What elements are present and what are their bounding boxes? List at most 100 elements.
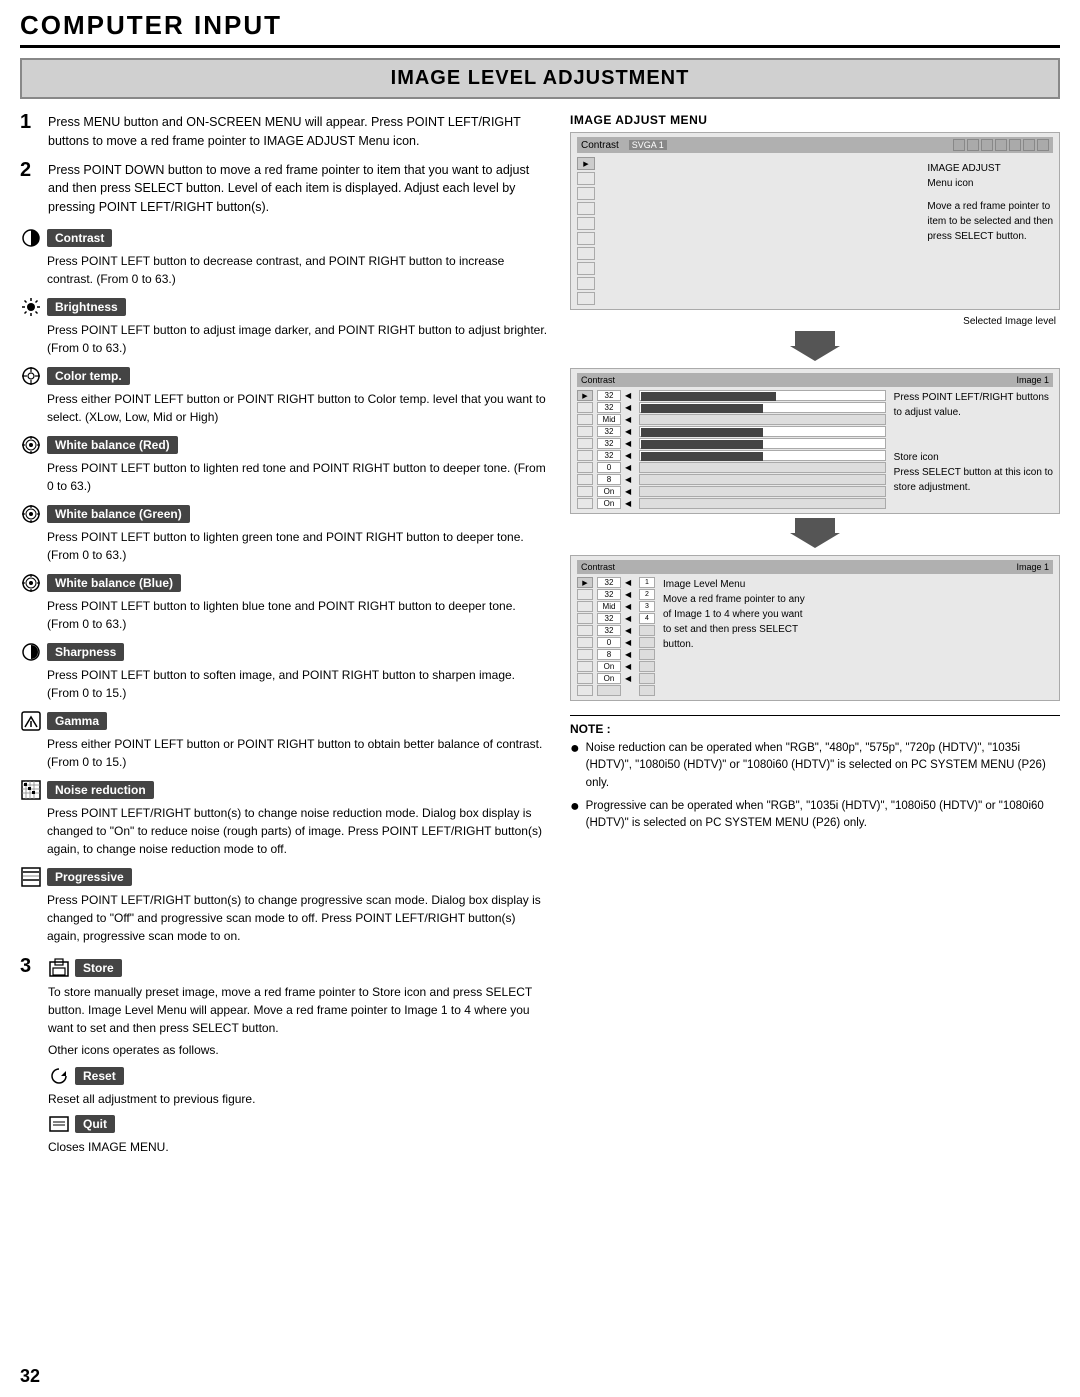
- note-text-1: Noise reduction can be operated when "RG…: [586, 740, 1060, 792]
- feature-progressive: Progressive Press POINT LEFT/RIGHT butto…: [20, 866, 550, 945]
- diag3-left: Contrast: [581, 562, 615, 572]
- diagram-2: Contrast Image 1 ▶: [570, 368, 1060, 514]
- page-container: COMPUTER INPUT IMAGE LEVEL ADJUSTMENT 1 …: [0, 0, 1080, 1397]
- quit-desc: Closes IMAGE MENU.: [48, 1138, 550, 1156]
- note-bullet-2: ●: [570, 798, 580, 833]
- wbred-label: White balance (Red): [47, 436, 178, 454]
- diag1-annot3: Move a red frame pointer to: [927, 199, 1053, 214]
- diag1-annot4: item to be selected and then: [927, 214, 1053, 229]
- contrast-desc: Press POINT LEFT button to decrease cont…: [47, 252, 550, 288]
- diag2-annot-adjust2: to adjust value.: [894, 405, 1053, 420]
- contrast-label: Contrast: [47, 229, 112, 247]
- brightness-label: Brightness: [47, 298, 126, 316]
- store-label: Store: [75, 959, 122, 977]
- arrow-down-1: [790, 331, 840, 361]
- feature-gamma: Gamma Press either POINT LEFT button or …: [20, 710, 550, 771]
- step-2-number: 2: [20, 159, 40, 217]
- note-title: NOTE :: [570, 722, 1060, 736]
- diag3-annot5: button.: [663, 637, 805, 652]
- colortemp-header: Color temp.: [20, 365, 550, 387]
- diag2-store-label: Store icon: [894, 450, 1053, 465]
- diag1-label-left: Contrast: [581, 140, 619, 151]
- diag3-annot3: of Image 1 to 4 where you want: [663, 607, 805, 622]
- brightness-header: Brightness: [20, 296, 550, 318]
- wbblue-label: White balance (Blue): [47, 574, 181, 592]
- chapter-header: COMPUTER INPUT: [20, 10, 1060, 48]
- step-1-text: Press MENU button and ON-SCREEN MENU wil…: [48, 113, 550, 151]
- feature-brightness: Brightness Press POINT LEFT button to ad…: [20, 296, 550, 357]
- colortemp-desc: Press either POINT LEFT button or POINT …: [47, 390, 550, 426]
- diag2-left: Contrast: [581, 375, 615, 385]
- diag1-annot5: press SELECT button.: [927, 229, 1053, 244]
- section-box: IMAGE LEVEL ADJUSTMENT: [20, 58, 1060, 99]
- sharpness-label: Sharpness: [47, 643, 124, 661]
- step-3: 3 Store To store: [20, 957, 550, 1156]
- step-1: 1 Press MENU button and ON-SCREEN MENU w…: [20, 113, 550, 151]
- diag3-annot1: Image Level Menu: [663, 577, 805, 592]
- reset-header: Reset: [48, 1065, 550, 1087]
- sharpness-header: Sharpness: [20, 641, 550, 663]
- brightness-desc: Press POINT LEFT button to adjust image …: [47, 321, 550, 357]
- noise-desc: Press POINT LEFT/RIGHT button(s) to chan…: [47, 804, 550, 858]
- contrast-icon: [20, 227, 42, 249]
- quit-label: Quit: [75, 1115, 115, 1133]
- diag3-annotations: Image Level Menu Move a red frame pointe…: [663, 577, 805, 696]
- gamma-desc: Press either POINT LEFT button or POINT …: [47, 735, 550, 771]
- colortemp-label: Color temp.: [47, 367, 130, 385]
- diag1-svga: SVGA 1: [629, 140, 667, 150]
- feature-colortemp: Color temp. Press either POINT LEFT butt…: [20, 365, 550, 426]
- gamma-icon: [20, 710, 42, 732]
- note-item-2: ● Progressive can be operated when "RGB"…: [570, 798, 1060, 833]
- section-title: IMAGE LEVEL ADJUSTMENT: [391, 67, 690, 89]
- colortemp-icon: [20, 365, 42, 387]
- wbred-desc: Press POINT LEFT button to lighten red t…: [47, 459, 550, 495]
- feature-noise: Noise reduction Press POINT LEFT/RIGHT b…: [20, 779, 550, 858]
- wbred-icon: [20, 434, 42, 456]
- other-icons-text: Other icons operates as follows.: [48, 1041, 550, 1059]
- progressive-label: Progressive: [47, 868, 132, 886]
- reset-label: Reset: [75, 1067, 124, 1085]
- step-1-number: 1: [20, 111, 40, 151]
- step-3-content: Store To store manually preset image, mo…: [48, 957, 550, 1156]
- store-icon: [48, 957, 70, 979]
- page-number: 32: [20, 1366, 40, 1387]
- progressive-icon: [20, 866, 42, 888]
- feature-contrast: Contrast Press POINT LEFT button to decr…: [20, 227, 550, 288]
- diag3-annot4: to set and then press SELECT: [663, 622, 805, 637]
- sharpness-desc: Press POINT LEFT button to soften image,…: [47, 666, 550, 702]
- step-2-text: Press POINT DOWN button to move a red fr…: [48, 161, 550, 217]
- right-column: IMAGE ADJUST MENU Contrast SVGA 1: [570, 113, 1060, 1166]
- reset-desc: Reset all adjustment to previous figure.: [48, 1090, 550, 1108]
- feature-wbgreen: White balance (Green) Press POINT LEFT b…: [20, 503, 550, 564]
- quit-icon: [48, 1113, 70, 1135]
- noise-label: Noise reduction: [47, 781, 154, 799]
- wbgreen-header: White balance (Green): [20, 503, 550, 525]
- note-item-1: ● Noise reduction can be operated when "…: [570, 740, 1060, 792]
- wbblue-header: White balance (Blue): [20, 572, 550, 594]
- step-3-inner: 3 Store To store: [20, 957, 550, 1156]
- note-text-2: Progressive can be operated when "RGB", …: [586, 798, 1060, 833]
- diag3-right: Image 1: [1016, 562, 1049, 572]
- wbblue-desc: Press POINT LEFT button to lighten blue …: [47, 597, 550, 633]
- feature-sharpness: Sharpness Press POINT LEFT button to sof…: [20, 641, 550, 702]
- diag2-store-annot1: Press SELECT button at this icon to: [894, 465, 1053, 480]
- gamma-header: Gamma: [20, 710, 550, 732]
- note-bullet-1: ●: [570, 740, 580, 792]
- diag2-right: Image 1: [1016, 375, 1049, 385]
- diag1-annot2: Menu icon: [927, 176, 1053, 191]
- selected-image-level: Selected Image level: [570, 316, 1056, 327]
- wbblue-icon: [20, 572, 42, 594]
- feature-wbred: White balance (Red) Press POINT LEFT but…: [20, 434, 550, 495]
- sharpness-icon: [20, 641, 42, 663]
- left-column: 1 Press MENU button and ON-SCREEN MENU w…: [20, 113, 550, 1166]
- wbgreen-label: White balance (Green): [47, 505, 190, 523]
- diag1-annot1: IMAGE ADJUST: [927, 161, 1053, 176]
- diagram-3: Contrast Image 1 ▶: [570, 555, 1060, 701]
- chapter-title: COMPUTER INPUT: [20, 10, 282, 40]
- wbred-header: White balance (Red): [20, 434, 550, 456]
- brightness-icon: [20, 296, 42, 318]
- diag2-annot-adjust: Press POINT LEFT/RIGHT buttons: [894, 390, 1053, 405]
- progressive-header: Progressive: [20, 866, 550, 888]
- contrast-header: Contrast: [20, 227, 550, 249]
- reset-icon: [48, 1065, 70, 1087]
